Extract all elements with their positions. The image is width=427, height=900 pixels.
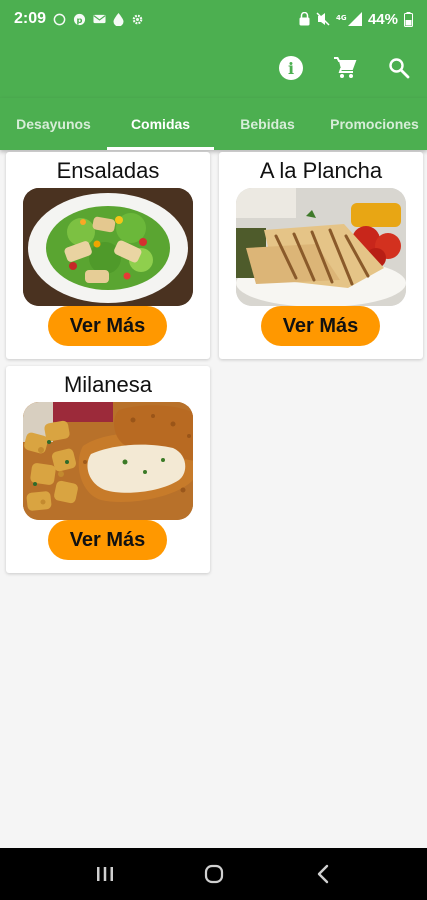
- milanesa-illustration: [23, 402, 193, 520]
- system-nav-bar: [0, 848, 427, 900]
- cart-icon: [334, 57, 357, 78]
- mute-icon: [316, 12, 330, 26]
- status-bar: 2:09 p 4G 44%: [0, 0, 427, 38]
- milanesa-image: [23, 402, 193, 520]
- settings-icon: [132, 14, 143, 24]
- card-title: Ensaladas: [56, 158, 160, 183]
- cart-button[interactable]: [331, 54, 359, 82]
- back-icon: [317, 864, 328, 884]
- ver-mas-button[interactable]: Ver Más: [261, 306, 380, 346]
- category-tabs: Desayunos Comidas Bebidas Promociones: [0, 98, 427, 150]
- home-icon: [204, 864, 223, 884]
- tab-promociones[interactable]: Promociones: [321, 98, 427, 150]
- card-milanesa[interactable]: Milanesa Ver Más: [6, 366, 210, 573]
- drop-icon: [113, 12, 124, 26]
- tab-bebidas[interactable]: Bebidas: [214, 98, 321, 150]
- back-button[interactable]: [303, 854, 343, 894]
- grilled-image: [236, 188, 406, 306]
- info-button[interactable]: i: [277, 54, 305, 82]
- home-button[interactable]: [194, 854, 234, 894]
- battery-icon: [404, 11, 413, 27]
- card-ensaladas[interactable]: Ensaladas Ver Más: [6, 152, 210, 359]
- salad-illustration: [23, 188, 193, 306]
- status-right: 4G 44%: [299, 11, 413, 28]
- lock-icon: [299, 12, 310, 26]
- card-title: A la Plancha: [259, 158, 383, 183]
- grilled-illustration: [236, 188, 406, 306]
- app-bar: i: [0, 38, 427, 98]
- status-time: 2:09: [14, 10, 47, 27]
- ver-mas-button[interactable]: Ver Más: [48, 306, 167, 346]
- svg-text:p: p: [77, 14, 83, 24]
- recents-icon: [96, 867, 113, 881]
- tab-desayunos[interactable]: Desayunos: [0, 98, 107, 150]
- recents-button[interactable]: [85, 854, 125, 894]
- salad-image: [23, 188, 193, 306]
- svg-text:4G: 4G: [336, 14, 347, 22]
- tab-comidas[interactable]: Comidas: [107, 98, 214, 150]
- signal-icon: 4G: [336, 12, 362, 26]
- search-icon: [389, 58, 410, 79]
- card-title: Milanesa: [63, 372, 153, 397]
- status-left: 2:09 p: [14, 10, 144, 28]
- search-button[interactable]: [385, 54, 413, 82]
- mail-icon: [93, 14, 106, 24]
- pinterest-icon: p: [73, 13, 86, 25]
- whatsapp-icon: [53, 13, 66, 25]
- card-a-la-plancha[interactable]: A la Plancha Ver Más: [219, 152, 423, 359]
- ver-mas-button[interactable]: Ver Más: [48, 520, 167, 560]
- info-icon: i: [279, 56, 303, 80]
- battery-percent: 44%: [367, 10, 398, 28]
